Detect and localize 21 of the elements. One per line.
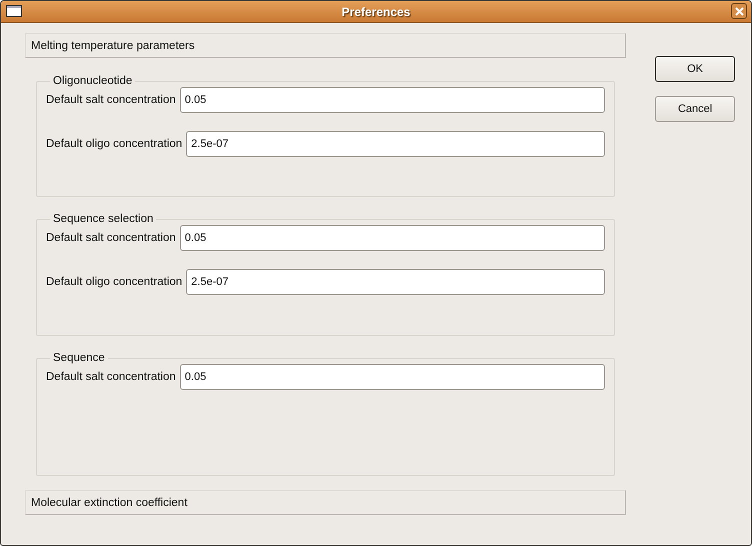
- group-title: Oligonucleotide: [52, 75, 134, 87]
- field-label: Default oligo concentration: [46, 138, 182, 150]
- section-header[interactable]: Molecular extinction coefficient: [25, 490, 626, 515]
- ok-button[interactable]: OK: [655, 56, 735, 82]
- input-field[interactable]: 0.05: [180, 225, 606, 251]
- input-field[interactable]: 2.5e-07: [186, 269, 606, 295]
- close-button[interactable]: [731, 3, 747, 19]
- window-menu-icon[interactable]: [6, 5, 22, 17]
- cancel-button[interactable]: Cancel: [655, 96, 735, 122]
- section-header[interactable]: Melting temperature parameters: [25, 33, 626, 58]
- field-label: Default salt concentration: [46, 371, 176, 383]
- field-label: Default oligo concentration: [46, 276, 182, 288]
- field-label: Default salt concentration: [46, 232, 176, 244]
- input-field[interactable]: 0.05: [180, 364, 606, 390]
- input-field[interactable]: 2.5e-07: [186, 131, 606, 157]
- field-label: Default salt concentration: [46, 94, 176, 106]
- group-title: Sequence: [52, 352, 106, 364]
- input-field[interactable]: 0.05: [180, 87, 606, 113]
- window-title: Preferences: [342, 4, 410, 18]
- group-title: Sequence selection: [52, 213, 154, 225]
- close-icon: [734, 6, 744, 16]
